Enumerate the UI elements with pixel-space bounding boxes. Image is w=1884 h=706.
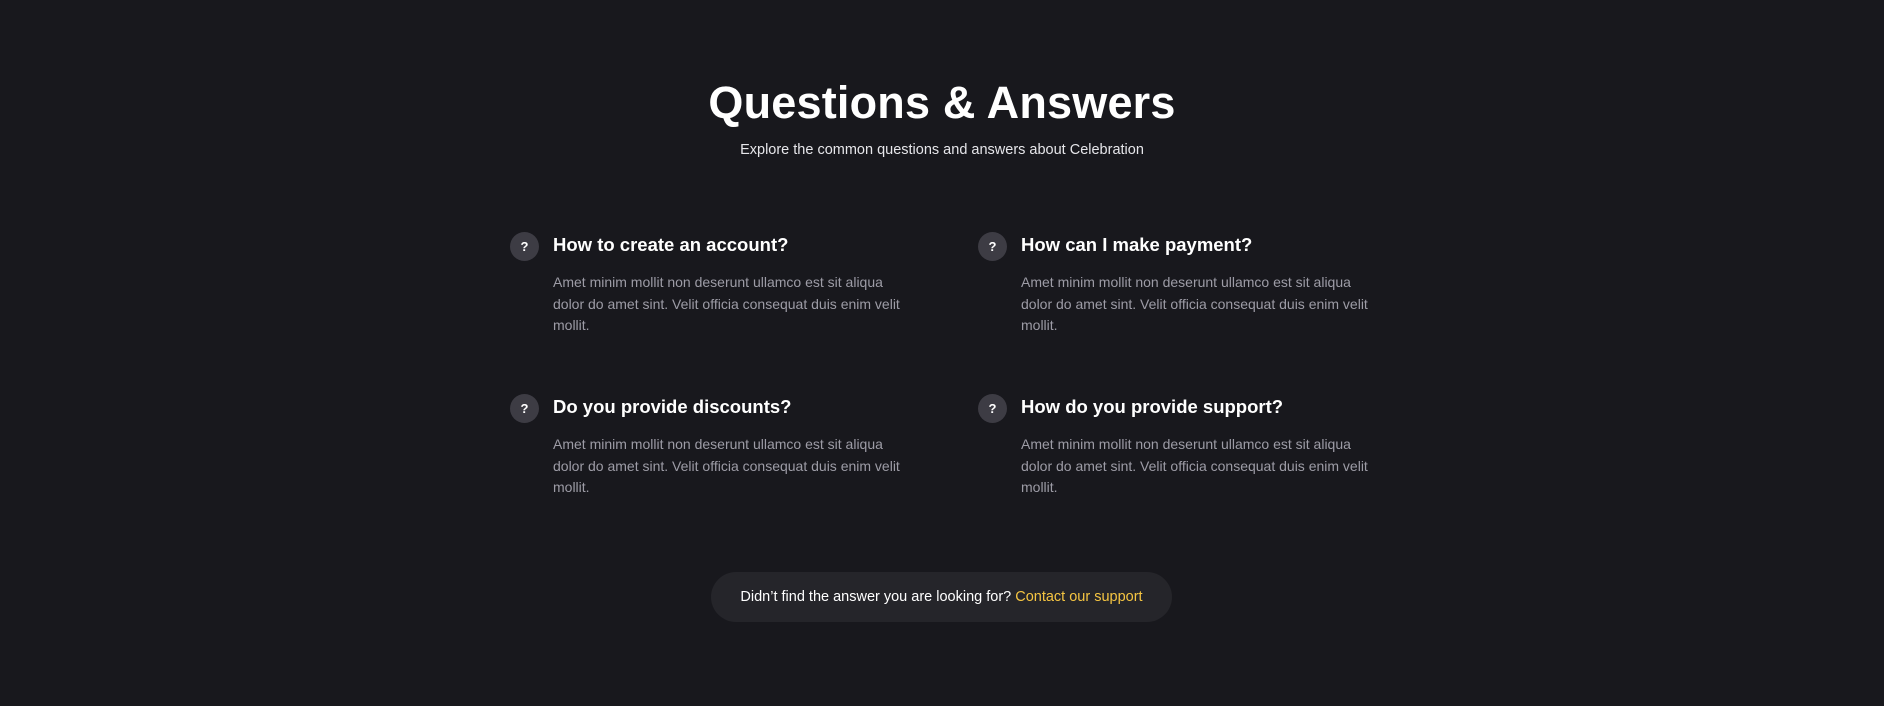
faq-question: How to create an account?: [553, 234, 789, 255]
question-mark-icon: ?: [510, 394, 539, 423]
question-mark-icon: ?: [510, 232, 539, 261]
faq-answer: Amet minim mollit non deserunt ullamco e…: [553, 436, 900, 495]
faq-answer: Amet minim mollit non deserunt ullamco e…: [1021, 436, 1368, 495]
faq-question: How can I make payment?: [1021, 234, 1253, 255]
question-mark-icon: ?: [978, 232, 1007, 261]
faq-question: Do you provide discounts?: [553, 396, 792, 417]
support-prompt-text: Didn’t find the answer you are looking f…: [740, 589, 1012, 605]
faq-page: Questions & Answers Explore the common q…: [0, 0, 1884, 706]
faq-answer: Amet minim mollit non deserunt ullamco e…: [1021, 274, 1368, 333]
contact-support-link[interactable]: Contact our support: [1015, 589, 1142, 605]
question-mark-icon: ?: [978, 394, 1007, 423]
faq-question: How do you provide support?: [1021, 396, 1284, 417]
page-title: Questions & Answers: [708, 77, 1176, 128]
faq-answer: Amet minim mollit non deserunt ullamco e…: [553, 274, 900, 333]
support-banner: Didn’t find the answer you are looking f…: [711, 572, 1172, 622]
page-subtitle: Explore the common questions and answers…: [740, 142, 1144, 158]
